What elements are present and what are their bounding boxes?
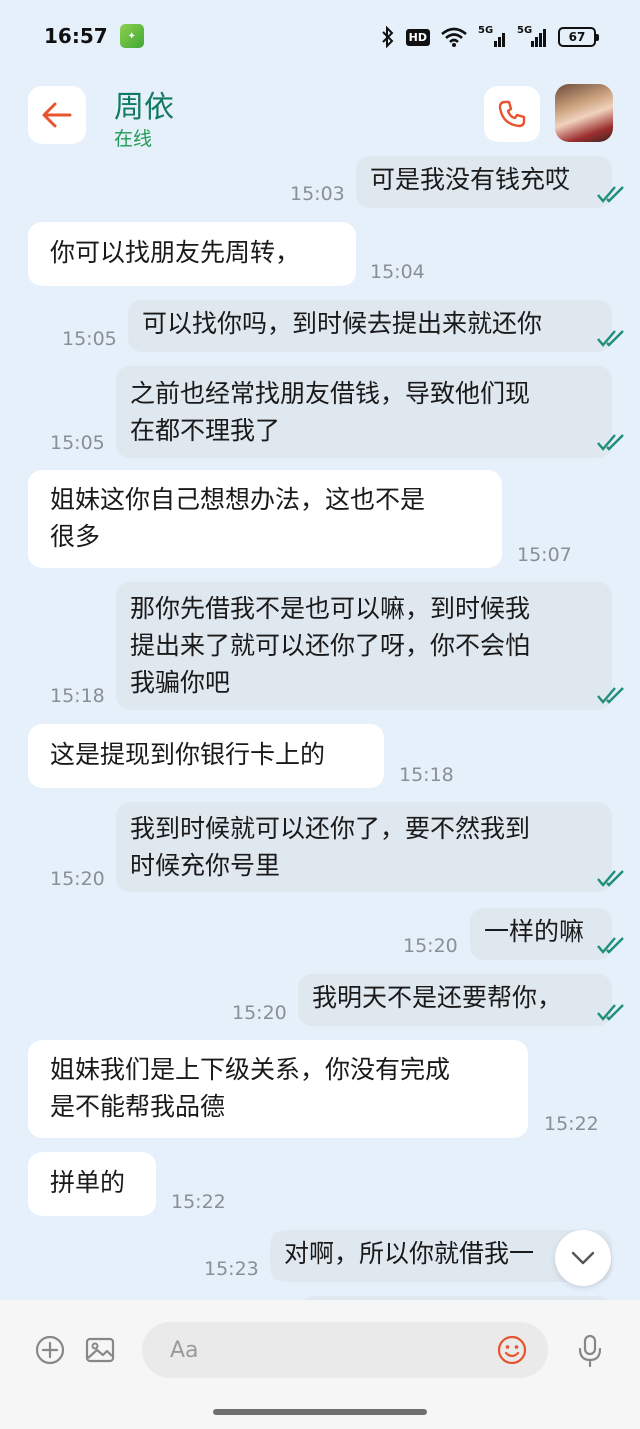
message-time: 15:22	[544, 1113, 599, 1135]
message-time: 15:07	[517, 544, 572, 566]
message-bubble[interactable]: 我明天不是还要帮你，	[298, 974, 612, 1026]
message-text: 你可以找朋友先周转，	[50, 238, 301, 267]
message-text: 拼单的	[50, 1168, 126, 1197]
message-text-line: 提出来了就可以还你了呀，你不会怕	[130, 631, 531, 660]
message-time: 15:20	[232, 1002, 287, 1024]
message-bubble[interactable]: 姐妹我们是上下级关系，你没有完成 是不能帮我品德	[28, 1040, 528, 1138]
status-icons: HD 5G 5G 67	[381, 22, 599, 52]
read-check-icon	[597, 330, 624, 347]
read-check-icon	[597, 687, 624, 704]
microphone-icon[interactable]	[576, 1334, 604, 1368]
status-time: 16:57	[44, 24, 108, 48]
message-bubble[interactable]: 那你先借我不是也可以嘛，到时候我 提出来了就可以还你了呀，你不会怕 我骗你吧	[116, 582, 612, 710]
message-time: 15:23	[204, 1258, 259, 1280]
read-check-icon	[597, 937, 624, 954]
signal-icon-sim2: 5G	[517, 25, 547, 47]
signal-icon-sim1: 5G	[478, 25, 506, 47]
message-text-line: 那你先借我不是也可以嘛，到时候我	[130, 594, 531, 623]
contact-avatar[interactable]	[555, 84, 613, 142]
read-check-icon	[597, 186, 624, 203]
message-bubble[interactable]: 你可以找朋友先周转，	[28, 222, 356, 286]
message-text: 对啊，所以你就借我一	[284, 1239, 535, 1268]
message-text-line: 姐妹我们是上下级关系，你没有完成	[50, 1055, 451, 1084]
voice-call-button[interactable]	[484, 86, 540, 142]
message-text-line: 姐妹这你自己想想办法，这也不是	[50, 485, 426, 514]
message-text: 这是提现到你银行卡上的	[50, 740, 326, 769]
message-text: 我明天不是还要帮你，	[312, 983, 563, 1012]
message-time: 15:18	[399, 764, 454, 786]
message-bubble[interactable]: 我到时候就可以还你了，要不然我到 时候充你号里	[116, 802, 612, 892]
message-bubble[interactable]: 可以找你吗，到时候去提出来就还你	[128, 300, 612, 352]
message-input[interactable]	[142, 1322, 548, 1378]
app-notification-icon: ✦	[119, 24, 144, 48]
message-bubble[interactable]: 之前也经常找朋友借钱，导致他们现 在都不理我了	[116, 366, 612, 458]
message-time: 15:18	[50, 685, 105, 707]
read-check-icon	[597, 1004, 624, 1021]
phone-icon	[498, 100, 526, 128]
message-time: 15:04	[370, 261, 425, 283]
message-text-line: 是不能帮我品德	[50, 1092, 226, 1121]
read-check-icon	[597, 434, 624, 451]
home-indicator[interactable]	[213, 1409, 427, 1415]
message-text-line: 在都不理我了	[130, 416, 281, 445]
bluetooth-icon	[381, 26, 394, 48]
message-text-line: 我骗你吧	[130, 668, 231, 697]
image-icon[interactable]	[84, 1334, 116, 1366]
message-time: 15:03	[290, 183, 345, 205]
message-text-line: 时候充你号里	[130, 851, 281, 880]
message-time: 15:22	[171, 1191, 226, 1213]
message-text-line: 之前也经常找朋友借钱，导致他们现	[130, 379, 531, 408]
message-text: 可以找你吗，到时候去提出来就还你	[142, 309, 543, 338]
message-bubble[interactable]: 姐妹这你自己想想办法，这也不是 很多	[28, 470, 502, 568]
battery-icon: 67	[558, 27, 599, 47]
add-icon[interactable]	[34, 1334, 66, 1366]
message-text: 可是我没有钱充哎	[370, 165, 571, 194]
message-time: 15:20	[403, 935, 458, 957]
contact-status: 在线	[114, 128, 153, 150]
message-text-line: 很多	[50, 522, 101, 551]
message-bubble[interactable]: 可是我没有钱充哎	[356, 156, 612, 208]
message-time: 15:05	[50, 432, 105, 454]
message-text: 一样的嘛	[484, 917, 585, 946]
read-check-icon	[597, 870, 624, 887]
message-text-line: 我到时候就可以还你了，要不然我到	[130, 814, 531, 843]
contact-name[interactable]: 周依	[114, 82, 174, 126]
scroll-to-bottom-button[interactable]	[555, 1230, 611, 1286]
chevron-down-icon	[571, 1251, 595, 1265]
message-bubble[interactable]: 一样的嘛	[470, 908, 612, 960]
message-bubble[interactable]: 拼单的	[28, 1152, 156, 1216]
message-time: 15:20	[50, 868, 105, 890]
hd-voice-icon: HD	[405, 28, 430, 46]
message-bubble[interactable]: 这是提现到你银行卡上的	[28, 724, 384, 788]
wifi-icon	[441, 27, 467, 47]
message-time: 15:05	[62, 328, 117, 350]
arrow-left-icon	[42, 102, 72, 128]
emoji-icon[interactable]	[496, 1334, 528, 1366]
chat-header: 周依 在线	[0, 80, 640, 150]
back-button[interactable]	[28, 86, 86, 144]
message-list[interactable]: 可是我没有钱充哎 15:03 你可以找朋友先周转， 15:04 可以找你吗，到时…	[0, 150, 640, 1300]
